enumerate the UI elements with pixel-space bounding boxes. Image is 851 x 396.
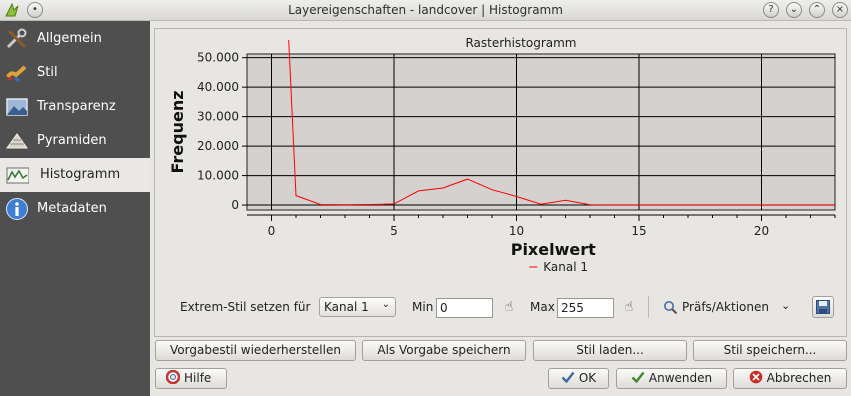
y-tick-label: 10.000	[197, 169, 239, 183]
apply-button[interactable]: Anwenden	[616, 368, 727, 389]
y-tick-label: 20.000	[197, 139, 239, 153]
extrem-style-label: Extrem-Stil setzen für	[180, 300, 311, 314]
prefs-actions-label: Präfs/Aktionen	[682, 300, 769, 314]
transparency-icon	[6, 98, 28, 116]
sidebar-item-stil[interactable]: Stil	[0, 56, 150, 90]
sidebar: Allgemein Stil Transparenz Pyramiden His…	[0, 21, 150, 396]
info-icon	[6, 198, 28, 220]
x-tick-label: 5	[390, 224, 398, 238]
apply-button-label: Anwenden	[648, 371, 713, 385]
sidebar-item-label: Transparenz	[37, 99, 116, 114]
checkmark-icon	[631, 371, 645, 384]
y-tick-label: 40.000	[197, 80, 239, 94]
window-title: Layereigenschaften - landcover | Histogr…	[288, 3, 563, 17]
save-style-button[interactable]: Stil speichern...	[693, 340, 847, 361]
save-histogram-button[interactable]	[812, 296, 834, 318]
lifebuoy-icon	[166, 370, 180, 384]
chevron-down-icon: ⌄	[381, 299, 390, 310]
cancel-button[interactable]: Abbrechen	[733, 368, 847, 389]
y-tick-label: 0	[231, 198, 239, 212]
plot-area	[246, 53, 836, 211]
histogram-svg: Rasterhistogramm 0 10.000 20.000 30.000 40.00…	[168, 36, 836, 274]
save-as-default-button[interactable]: Als Vorgabe speichern	[362, 340, 526, 361]
legend-label: Kanal 1	[543, 260, 588, 274]
ok-button-label: OK	[578, 371, 597, 385]
help-button[interactable]: Hilfe	[155, 368, 227, 389]
channel-select[interactable]: Kanal 1 ⌄	[319, 297, 396, 317]
prefs-actions-button[interactable]: Präfs/Aktionen ⌄	[661, 296, 793, 318]
x-tick-label: 10	[509, 224, 524, 238]
brush-icon	[6, 65, 27, 83]
window-titlebar: • Layereigenschaften - landcover | Histo…	[0, 0, 851, 21]
minimize-button[interactable]: ⌄	[786, 2, 802, 18]
close-button[interactable]: ×	[832, 2, 848, 18]
cancel-button-label: Abbrechen	[766, 371, 832, 385]
maximize-button[interactable]: ⌃	[809, 2, 825, 18]
checkmark-icon	[561, 371, 575, 384]
help-title-button[interactable]: ?	[763, 2, 779, 18]
x-tick-label: 15	[631, 224, 646, 238]
sidebar-item-label: Metadaten	[37, 201, 107, 216]
pointer-hand-icon[interactable]: ☝	[501, 299, 517, 317]
sidebar-item-allgemein[interactable]: Allgemein	[0, 22, 150, 56]
floppy-disk-icon	[816, 300, 830, 314]
restore-default-style-button[interactable]: Vorgabestil wiederherstellen	[155, 340, 356, 361]
separator	[648, 296, 649, 318]
sidebar-item-label: Stil	[37, 65, 58, 80]
max-label: Max	[530, 300, 555, 314]
sidebar-item-transparenz[interactable]: Transparenz	[0, 90, 150, 124]
help-button-label: Hilfe	[184, 371, 212, 385]
sidebar-item-label: Histogramm	[40, 167, 121, 182]
sidebar-item-pyramiden[interactable]: Pyramiden	[0, 124, 150, 158]
x-axis-label: Pixelwert	[511, 240, 596, 259]
y-axis-label: Frequenz	[168, 90, 187, 173]
load-style-button[interactable]: Stil laden...	[533, 340, 687, 361]
sidebar-item-label: Allgemein	[37, 31, 102, 46]
min-input[interactable]: 0	[436, 298, 493, 318]
x-tick-label: 20	[754, 224, 769, 238]
chevron-down-icon: ⌄	[781, 299, 791, 312]
x-tick-label: 0	[268, 224, 276, 238]
sidebar-item-histogramm[interactable]: Histogramm	[0, 158, 150, 192]
y-tick-label: 30.000	[197, 110, 239, 124]
tools-icon	[6, 28, 27, 49]
stop-icon	[749, 370, 762, 384]
histogram-chart: Rasterhistogramm 0 10.000 20.000 30.000 40.00…	[158, 33, 844, 285]
max-input[interactable]: 255	[557, 298, 614, 318]
pyramid-icon	[6, 133, 28, 149]
chart-title: Rasterhistogramm	[465, 36, 576, 50]
min-label: Min	[412, 300, 434, 314]
y-tick-label: 50.000	[197, 51, 239, 65]
sidebar-item-label: Pyramiden	[37, 133, 107, 148]
sidebar-item-metadaten[interactable]: Metadaten	[0, 192, 150, 226]
magnifier-gear-icon	[664, 301, 678, 315]
histogram-icon	[6, 167, 29, 184]
ok-button[interactable]: OK	[548, 368, 609, 389]
pointer-hand-icon[interactable]: ☝	[621, 299, 637, 317]
channel-select-value: Kanal 1	[324, 300, 369, 314]
